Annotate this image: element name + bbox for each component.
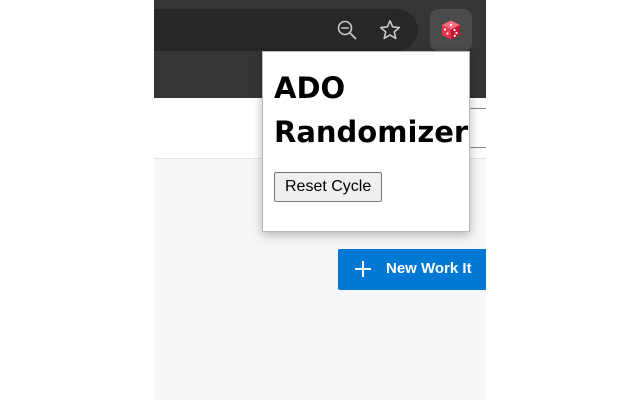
screenshot-stage: New Work It ADO Randomizer Reset Cycle [0, 0, 640, 400]
popup-title: ADO Randomizer [274, 71, 469, 149]
dice-icon[interactable] [440, 19, 462, 41]
zoom-out-icon[interactable] [336, 19, 358, 41]
new-work-item-button[interactable]: New Work It [338, 249, 486, 290]
star-icon[interactable] [378, 18, 402, 42]
browser-toolbar [154, 0, 486, 58]
plus-icon [355, 261, 371, 277]
extension-popup: ADO Randomizer Reset Cycle [262, 51, 470, 232]
new-work-item-label: New Work It [386, 260, 472, 277]
reset-cycle-button[interactable]: Reset Cycle [274, 172, 383, 202]
